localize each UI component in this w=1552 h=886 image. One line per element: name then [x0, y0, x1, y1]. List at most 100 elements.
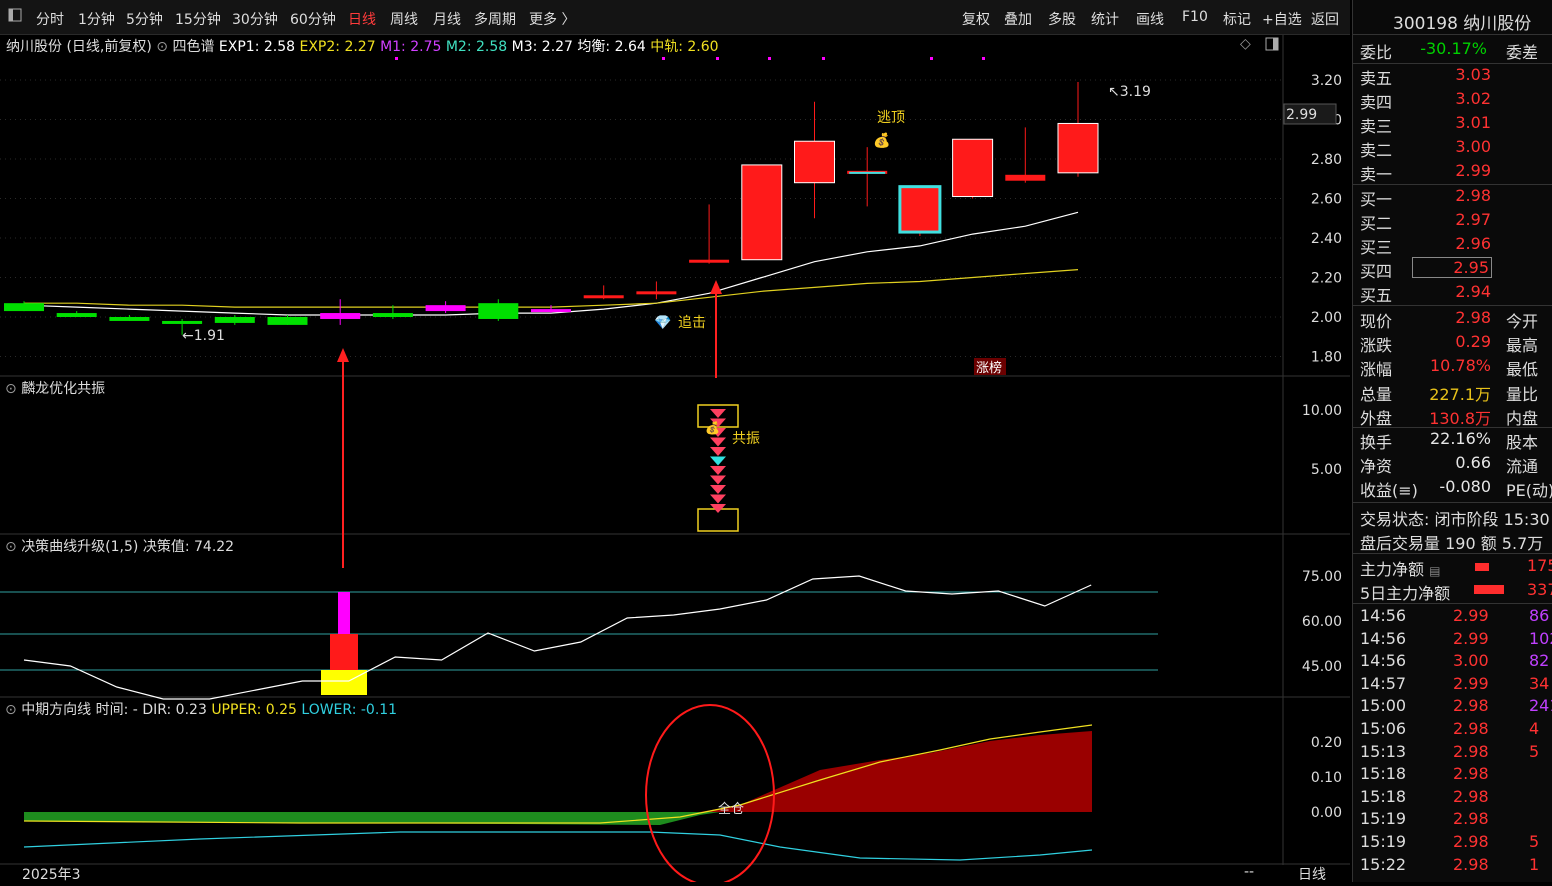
tick-row: 14:56 2.99 102: [1353, 629, 1552, 651]
toolbar-button-0[interactable]: 复权: [962, 9, 990, 29]
escape-top-label: 逃顶: [877, 110, 905, 126]
ask-label: 卖一: [1360, 165, 1393, 184]
tick-price: 2.98: [1453, 854, 1489, 874]
resonance-label: 共振: [732, 431, 760, 447]
toolbar-button-1[interactable]: 叠加: [1004, 9, 1032, 29]
decision-bar-red: [330, 634, 358, 670]
bid-row-2[interactable]: 买二 2.97: [1353, 210, 1552, 234]
window-icon[interactable]: [8, 8, 22, 26]
stat-right-label: 最高: [1506, 336, 1539, 356]
period-tab-10[interactable]: 更多 〉: [529, 9, 575, 29]
ask-price: 2.99: [1455, 161, 1491, 180]
indicator-value-0: EXP1: 2.58: [218, 39, 296, 55]
tick-row: 15:00 2.98 2417: [1353, 696, 1552, 718]
stat-label: 现价: [1360, 312, 1393, 331]
period-tab-8[interactable]: 月线: [433, 9, 461, 29]
stat-value: 227.1万: [1429, 384, 1491, 404]
ask-row-2[interactable]: 卖二 3.00: [1353, 137, 1552, 161]
panel-toggle-icon[interactable]: [1265, 37, 1279, 55]
period-tab-0[interactable]: 分时: [36, 9, 64, 29]
after-hours: 盘后交易量 190 额 5.7万: [1360, 534, 1544, 553]
bid-price: 2.97: [1455, 210, 1491, 229]
tick-price: 2.98: [1453, 786, 1489, 806]
main-net-bar: [1475, 563, 1489, 571]
toolbar-button-6[interactable]: 标记: [1223, 9, 1251, 29]
ask-row-4[interactable]: 卖四 3.02: [1353, 89, 1552, 113]
stat-label: 涨幅: [1360, 360, 1393, 380]
chart-area[interactable]: 3.203.002.802.602.402.202.001.802.99↖3.1…: [0, 35, 1350, 886]
y-tick-label: 45.00: [1302, 659, 1342, 675]
stat-right-label: PE(动): [1506, 481, 1552, 501]
stat-row-7: 收益(≡) -0.080 PE(动): [1353, 477, 1552, 501]
toolbar-button-8[interactable]: 返回: [1311, 9, 1339, 29]
stat-right-label: 股本: [1506, 433, 1539, 452]
collapse-icon[interactable]: ⊙: [5, 381, 17, 397]
signal-dot: [982, 57, 985, 60]
tick-volume: 5: [1529, 741, 1540, 761]
kline-chart[interactable]: 3.203.002.802.602.402.202.001.802.99↖3.1…: [0, 35, 1350, 886]
weibi-label: 委比: [1360, 43, 1393, 62]
period-tab-4[interactable]: 30分钟: [232, 9, 278, 29]
weicha-label: 委差: [1506, 43, 1539, 62]
period-tab-7[interactable]: 周线: [390, 9, 418, 29]
high-label: ↖3.19: [1108, 84, 1151, 100]
limit-up-label: 涨榜: [976, 360, 1002, 376]
ask-label: 卖二: [1360, 141, 1393, 160]
candle-body: [267, 317, 308, 325]
period-tab-6[interactable]: 日线: [348, 9, 376, 29]
top-toolbar: 分时 1分钟 5分钟 15分钟 30分钟 60分钟 日线 周线 月线 多周期 更多 〉 复权 叠加 多股…: [0, 0, 1350, 35]
bid-row-1[interactable]: 买一 2.98: [1353, 186, 1552, 210]
toolbar-button-2[interactable]: 多股: [1048, 9, 1076, 29]
full-position-label: 全仓: [718, 801, 744, 817]
tick-price: 2.98: [1453, 832, 1489, 851]
indicator-value-4: M3: 2.27: [507, 39, 573, 55]
bid-row-4[interactable]: 买四 2.95: [1353, 257, 1552, 282]
period-tab-5[interactable]: 60分钟: [290, 9, 336, 29]
toolbar-button-3[interactable]: 统计: [1091, 9, 1119, 29]
collapse-icon[interactable]: ⊙: [5, 539, 17, 555]
indicator-name[interactable]: 四色谱: [172, 39, 214, 55]
bid-row-3[interactable]: 买三 2.96: [1353, 234, 1552, 258]
period-tab-1[interactable]: 1分钟: [78, 9, 115, 29]
y-tick-label: 60.00: [1302, 614, 1342, 630]
bid-label: 买三: [1360, 238, 1393, 257]
stat-row-4: 外盘 130.8万 内盘: [1353, 405, 1552, 429]
weibi-row: 委比 -30.17% 委差: [1353, 39, 1552, 63]
bid-row-5[interactable]: 买五 2.94: [1353, 282, 1552, 306]
tick-price: 3.00: [1453, 651, 1489, 671]
toolbar-button-5[interactable]: F10: [1182, 9, 1208, 25]
tick-row: 14:56 2.99 86: [1353, 606, 1552, 628]
ask-label: 卖五: [1360, 69, 1393, 88]
ask-row-3[interactable]: 卖三 3.01: [1353, 113, 1552, 137]
period-tab-2[interactable]: 5分钟: [126, 9, 163, 29]
tick-time: 14:56: [1360, 606, 1407, 625]
stat-label: 净资: [1360, 457, 1393, 477]
collapse-icon[interactable]: ⊙: [5, 702, 17, 718]
tick-row: 15:19 2.98 5: [1353, 832, 1552, 854]
bid-label: 买四: [1360, 262, 1393, 281]
tick-time: 15:18: [1360, 764, 1407, 784]
period-tab-9[interactable]: 多周期: [474, 9, 516, 29]
bottom-period[interactable]: 日线: [1298, 864, 1326, 884]
chase-label: 追击: [678, 315, 706, 331]
diamond-gem-icon: 💎: [654, 315, 671, 331]
tick-time: 15:13: [1360, 741, 1407, 761]
toolbar-button-4[interactable]: 画线: [1136, 9, 1164, 29]
ask-row-1[interactable]: 卖一 2.99: [1353, 161, 1552, 185]
stat-value: 2.98: [1455, 308, 1491, 327]
price-tag: 2.99: [1286, 107, 1317, 123]
decision-bar-magenta: [338, 592, 350, 634]
collapse-icon[interactable]: ⊙: [156, 39, 168, 55]
stat-row-5: 换手 22.16% 股本: [1353, 429, 1552, 453]
panel4-lower: LOWER: -0.11: [301, 702, 398, 718]
stat-row-2: 涨幅 10.78% 最低: [1353, 356, 1552, 380]
tick-row: 15:19 2.98: [1353, 809, 1552, 831]
diamond-icon[interactable]: ◇: [1240, 36, 1251, 52]
list-icon[interactable]: ▤: [1429, 564, 1440, 578]
toolbar-button-7[interactable]: +自选: [1262, 9, 1302, 29]
ask-row-5[interactable]: 卖五 3.03: [1353, 65, 1552, 89]
candle-body: [56, 313, 97, 317]
tick-volume: 5: [1529, 832, 1540, 851]
period-tab-3[interactable]: 15分钟: [175, 9, 221, 29]
main-net-label: 主力净额 ▤: [1360, 556, 1440, 580]
